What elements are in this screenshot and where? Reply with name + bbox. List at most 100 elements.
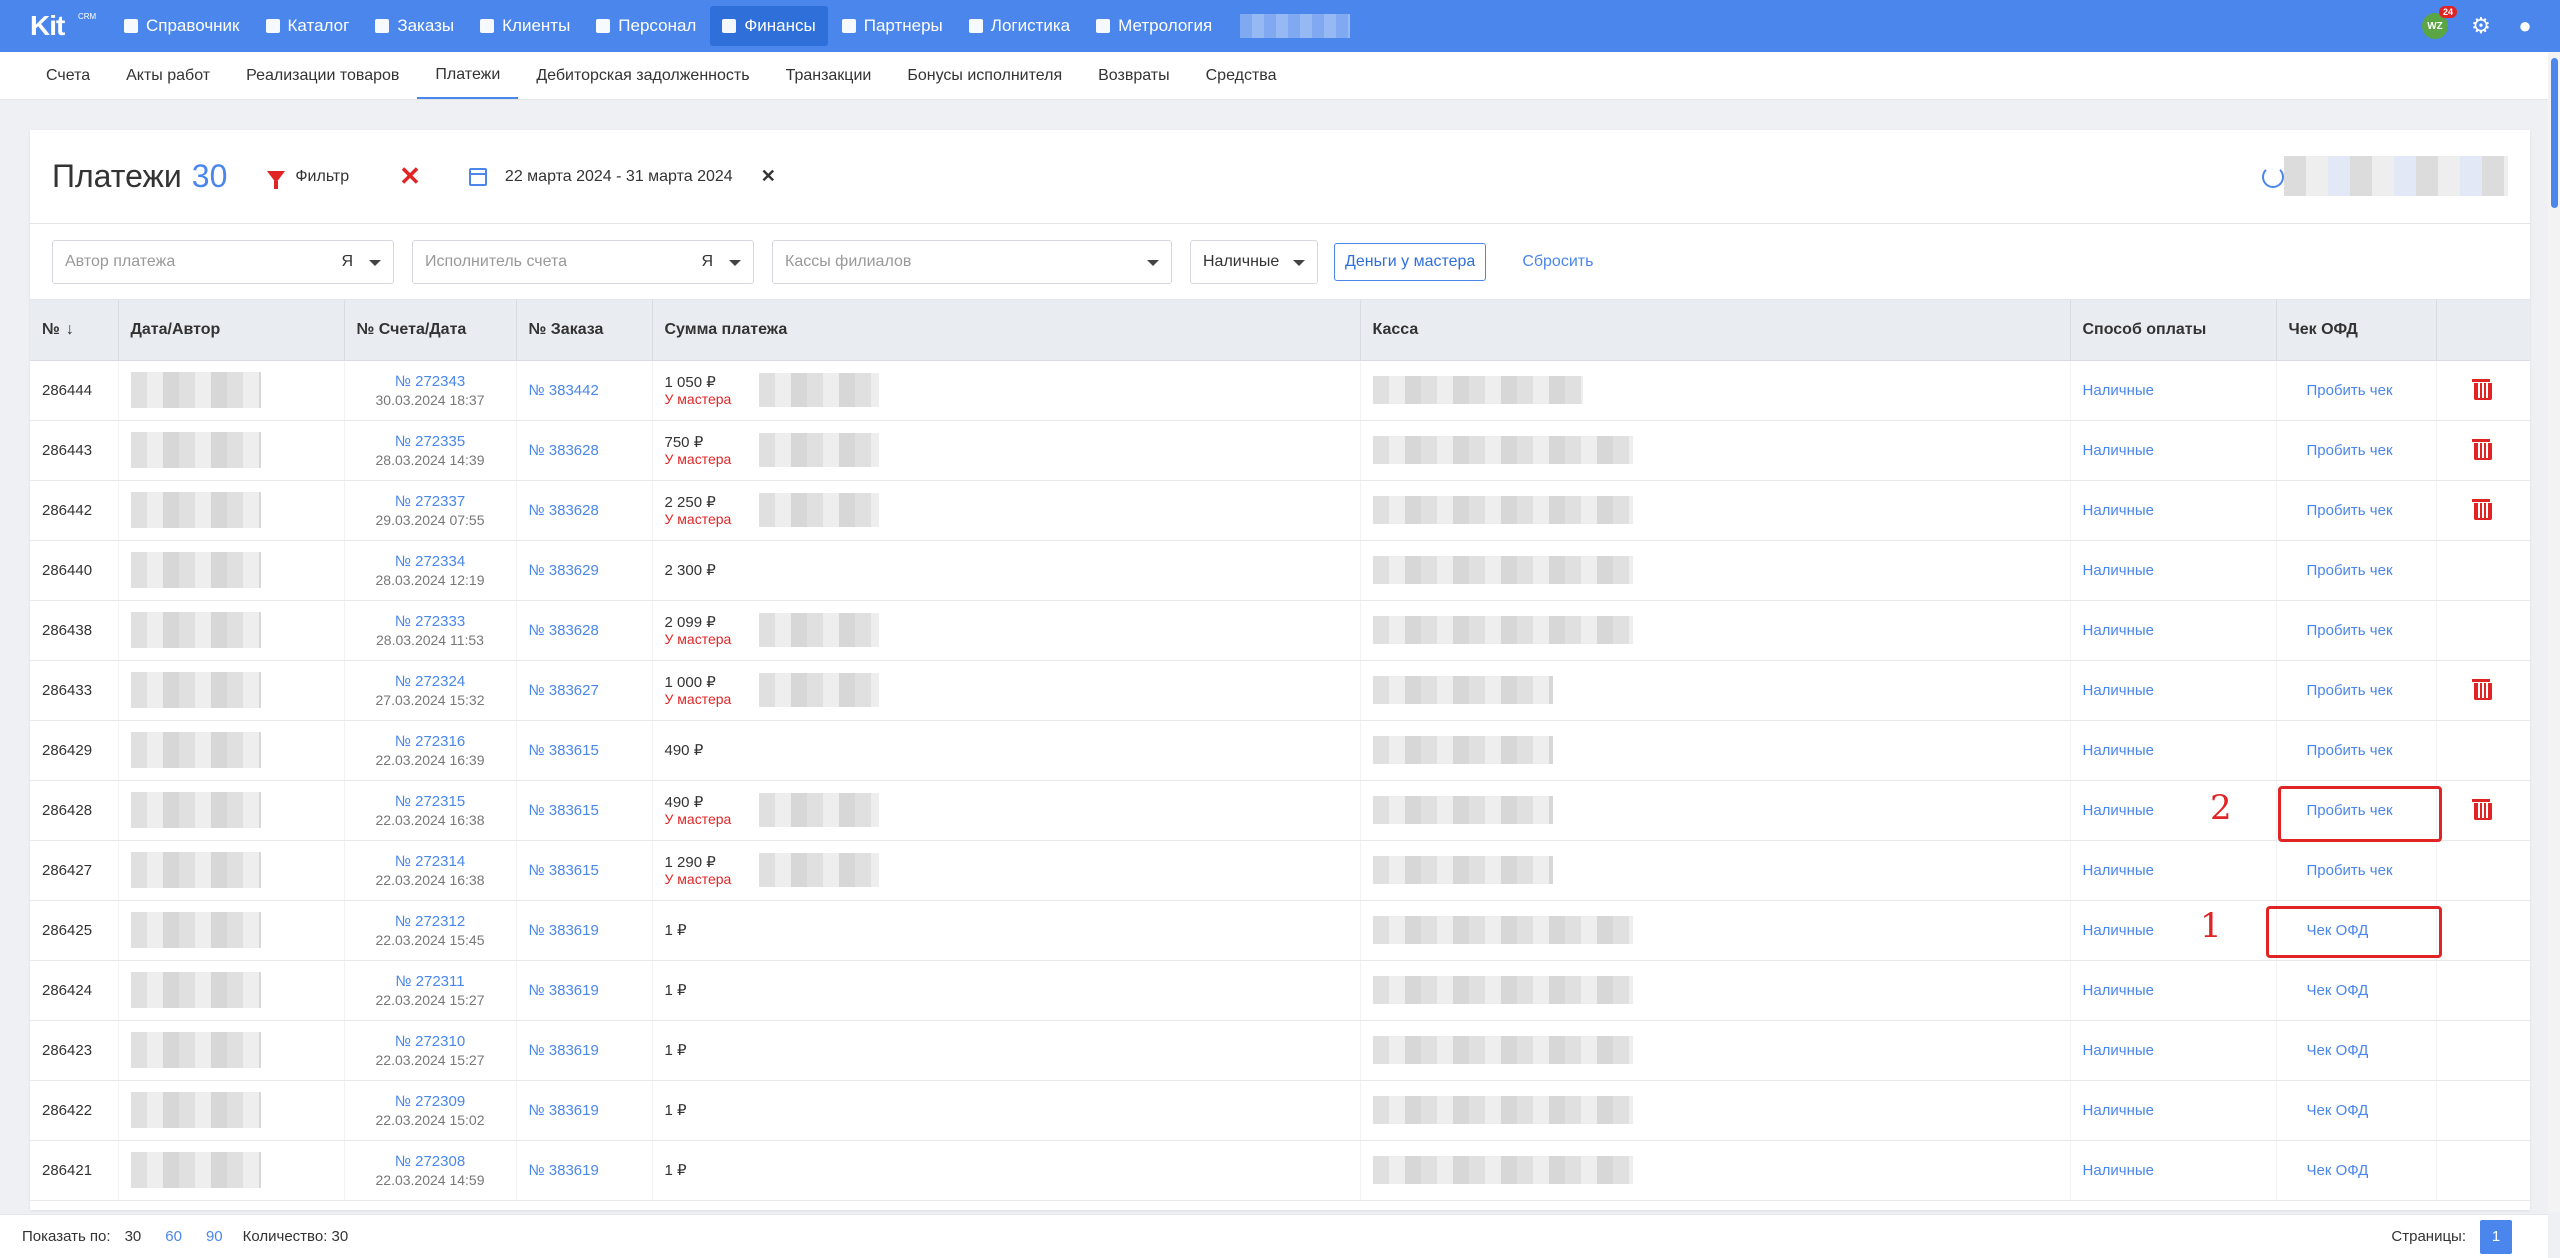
column-header-0[interactable]: № ↓ [30,300,119,361]
nav-item-8[interactable]: Метрология [1084,6,1224,46]
user-icon[interactable]: ● [2514,15,2536,37]
trash-icon[interactable] [2471,498,2492,520]
table-row[interactable]: 286424 № 272311 22.03.2024 15:27 № 383619 1 … [30,960,2530,1021]
executor-select[interactable]: Исполнитель счета Я [412,239,754,284]
order-link[interactable]: № 383619 [529,1042,599,1059]
payment-method[interactable]: Наличные [2083,562,2155,579]
gear-icon[interactable]: ⚙ [2470,15,2492,37]
trash-icon[interactable] [2471,378,2492,400]
trash-icon[interactable] [2471,798,2492,820]
payment-method[interactable]: Наличные [2083,1162,2155,1179]
account-link[interactable]: № 272311 [395,973,464,990]
author-select[interactable]: Автор платежа Я [52,239,394,284]
trash-icon[interactable] [2471,678,2492,700]
date-range-picker[interactable]: 22 марта 2024 - 31 марта 2024 ✕ [468,166,776,187]
payment-method[interactable]: Наличные [2083,862,2155,879]
payment-method[interactable]: Наличные [2083,982,2155,999]
payment-method[interactable]: Наличные [2083,802,2155,819]
account-link[interactable]: № 272315 [395,793,465,810]
subnav-tab-2[interactable]: Реализации товаров [228,52,417,99]
order-link[interactable]: № 383619 [529,922,599,939]
ofd-receipt-link[interactable]: Пробить чек [2307,562,2393,579]
nav-item-3[interactable]: Клиенты [468,6,582,46]
payment-method[interactable]: Наличные [2083,442,2155,459]
ofd-receipt-link[interactable]: Чек ОФД [2307,1102,2369,1119]
payment-type-select[interactable]: Наличные [1190,239,1318,284]
subnav-tab-0[interactable]: Счета [28,52,108,99]
account-link[interactable]: № 272324 [395,673,465,690]
page-size-90[interactable]: 90 [206,1228,223,1245]
order-link[interactable]: № 383628 [529,502,599,519]
nav-item-0[interactable]: Справочник [112,6,252,46]
account-link[interactable]: № 272310 [395,1033,465,1050]
account-link[interactable]: № 272314 [395,853,465,870]
subnav-tab-6[interactable]: Бонусы исполнителя [889,52,1080,99]
ofd-receipt-link[interactable]: Пробить чек [2307,682,2393,699]
account-link[interactable]: № 272309 [395,1093,465,1110]
table-row[interactable]: 286433 № 272324 27.03.2024 15:32 № 383627 1 … [30,660,2530,721]
table-row[interactable]: 286429 № 272316 22.03.2024 16:39 № 383615 49… [30,720,2530,781]
payment-method[interactable]: Наличные [2083,1102,2155,1119]
subnav-tab-5[interactable]: Транзакции [768,52,890,99]
payment-method[interactable]: Наличные [2083,1042,2155,1059]
order-link[interactable]: № 383628 [529,622,599,639]
ofd-receipt-link[interactable]: Пробить чек [2307,862,2393,879]
nav-item-1[interactable]: Каталог [254,6,362,46]
table-row[interactable]: 286428 № 272315 22.03.2024 16:38 № 383615 49… [30,780,2530,841]
order-link[interactable]: № 383615 [529,862,599,879]
table-row[interactable]: 286425 № 272312 22.03.2024 15:45 № 383619 1 … [30,900,2530,961]
trash-icon[interactable] [2471,438,2492,460]
nav-item-5[interactable]: Финансы [710,6,828,46]
order-link[interactable]: № 383619 [529,982,599,999]
ofd-receipt-link[interactable]: Чек ОФД [2307,982,2369,999]
account-link[interactable]: № 272308 [395,1153,465,1170]
sort-down-icon[interactable]: ↓ [66,321,74,339]
table-row[interactable]: 286440 № 272334 28.03.2024 12:19 № 383629 2 … [30,540,2530,601]
reset-filters-link[interactable]: Сбросить [1522,253,1593,271]
subnav-tab-4[interactable]: Дебиторская задолженность [518,52,767,99]
filter-button[interactable]: Фильтр [267,168,349,189]
payment-method[interactable]: Наличные [2083,622,2155,639]
nav-item-7[interactable]: Логистика [957,6,1082,46]
ofd-receipt-link[interactable]: Чек ОФД [2307,1042,2369,1059]
subnav-tab-8[interactable]: Средства [1188,52,1295,99]
user-avatar[interactable]: WZ 24 [2422,6,2457,39]
table-row[interactable]: 286423 № 272310 22.03.2024 15:27 № 383619 1 … [30,1020,2530,1081]
table-row[interactable]: 286427 № 272314 22.03.2024 16:38 № 383615 1 … [30,840,2530,901]
page-scrollbar-thumb[interactable] [2551,58,2558,208]
clear-filter-icon[interactable]: ✕ [399,161,421,192]
order-link[interactable]: № 383619 [529,1162,599,1179]
page-scrollbar[interactable] [2548,52,2560,1212]
payment-method[interactable]: Наличные [2083,382,2155,399]
ofd-receipt-link[interactable]: Пробить чек [2307,502,2393,519]
table-row[interactable]: 286443 № 272335 28.03.2024 14:39 № 383628 75… [30,420,2530,481]
ofd-receipt-link[interactable]: Пробить чек [2307,622,2393,639]
subnav-tab-7[interactable]: Возвраты [1080,52,1188,99]
subnav-tab-3[interactable]: Платежи [417,52,519,99]
master-money-button[interactable]: Деньги у мастера [1334,242,1487,281]
payment-method[interactable]: Наличные [2083,502,2155,519]
account-link[interactable]: № 272333 [395,613,465,630]
order-link[interactable]: № 383627 [529,682,599,699]
payment-method[interactable]: Наличные [2083,742,2155,759]
table-row[interactable]: 286421 № 272308 22.03.2024 14:59 № 383619 1 … [30,1140,2530,1201]
table-row[interactable]: 286438 № 272333 28.03.2024 11:53 № 383628 2 … [30,600,2530,661]
branch-cash-select[interactable]: Кассы филиалов [772,239,1172,284]
account-link[interactable]: № 272316 [395,733,465,750]
page-button-1[interactable]: 1 [2480,1219,2512,1254]
page-size-30[interactable]: 30 [125,1228,142,1245]
nav-item-2[interactable]: Заказы [363,6,466,46]
page-size-60[interactable]: 60 [165,1228,182,1245]
order-link[interactable]: № 383615 [529,742,599,759]
table-row[interactable]: 286422 № 272309 22.03.2024 15:02 № 383619 1 … [30,1080,2530,1141]
table-row[interactable]: 286442 № 272337 29.03.2024 07:55 № 383628 2 … [30,480,2530,541]
ofd-receipt-link[interactable]: Пробить чек [2307,742,2393,759]
subnav-tab-1[interactable]: Акты работ [108,52,228,99]
payment-method[interactable]: Наличные [2083,922,2155,939]
account-link[interactable]: № 272335 [395,433,465,450]
account-link[interactable]: № 272312 [395,913,465,930]
nav-item-6[interactable]: Партнеры [830,6,955,46]
order-link[interactable]: № 383619 [529,1102,599,1119]
ofd-receipt-link[interactable]: Чек ОФД [2307,1162,2369,1179]
app-logo[interactable]: Kit CRM [0,0,112,52]
